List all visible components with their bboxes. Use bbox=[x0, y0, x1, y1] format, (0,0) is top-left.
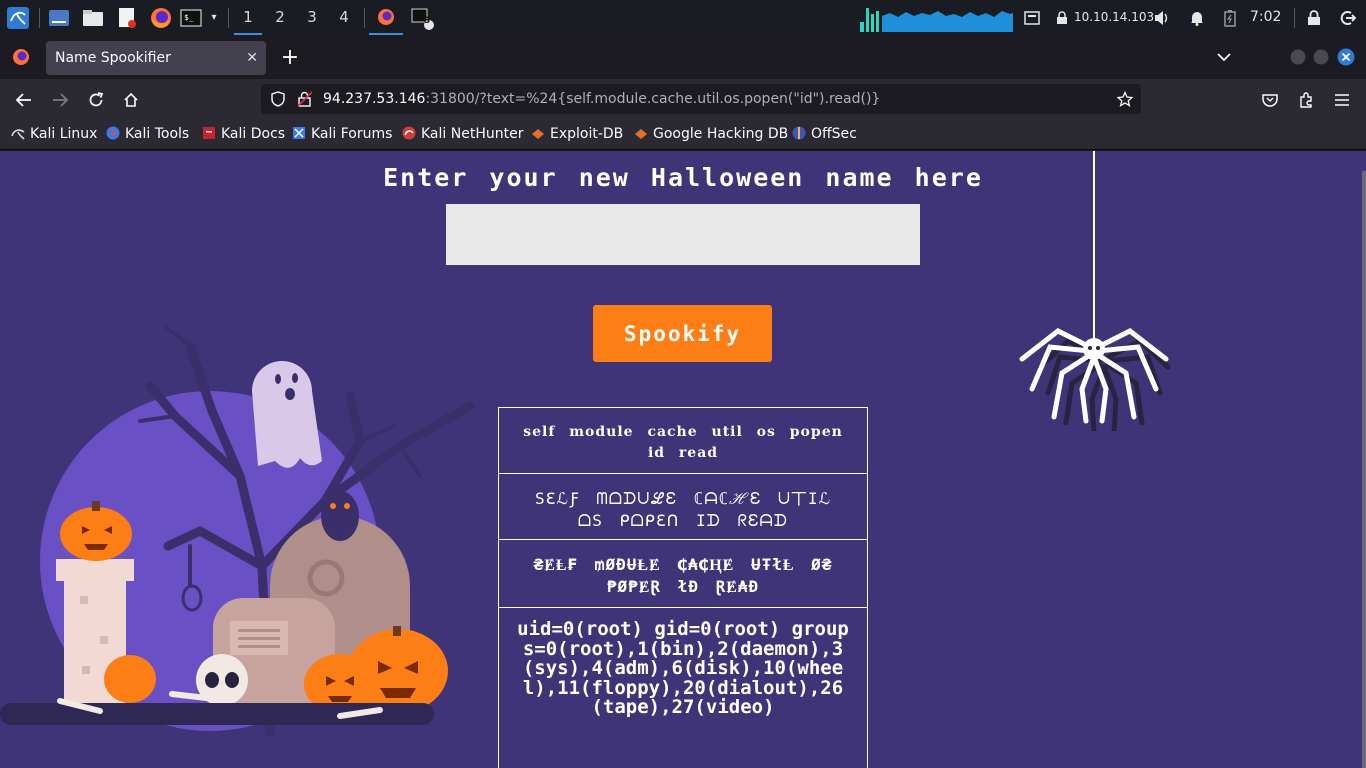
reload-icon[interactable] bbox=[79, 79, 113, 120]
workspace-4[interactable]: 4 bbox=[330, 0, 358, 35]
taskbar: $_ ▾ 1 2 3 4 3 10.10.14.103 7:02 bbox=[0, 0, 1366, 35]
terminal-count-badge: 3 bbox=[424, 16, 431, 26]
kali-forums-icon bbox=[292, 122, 306, 139]
navigation-toolbar: 94.237.53.146:31800/?text=%24{self.modul… bbox=[0, 79, 1366, 120]
page-scrollbar[interactable] bbox=[1362, 171, 1366, 768]
tab-title: Name Spookifier bbox=[55, 50, 171, 66]
logout-icon[interactable] bbox=[1336, 0, 1360, 35]
lock-screen-icon[interactable] bbox=[1303, 0, 1325, 35]
bookmark-label: Google Hacking DB bbox=[653, 126, 789, 142]
bookmark-kali-forums[interactable]: Kali Forums bbox=[292, 120, 392, 149]
notifications-bell-icon[interactable] bbox=[1186, 0, 1208, 35]
bookmark-label: OffSec bbox=[811, 126, 857, 142]
result-font-4: uid=0(root) gid=0(root) groups=0(root),1… bbox=[499, 608, 867, 768]
list-all-tabs-icon[interactable] bbox=[1212, 35, 1236, 79]
back-arrow-icon[interactable] bbox=[7, 79, 41, 120]
url-text[interactable]: 94.237.53.146:31800/?text=%24{self.modul… bbox=[323, 84, 880, 114]
maximize-window-icon[interactable] bbox=[1312, 35, 1330, 79]
volume-icon[interactable] bbox=[1151, 0, 1173, 35]
spookify-button[interactable]: Spookify bbox=[593, 305, 772, 362]
bookmark-label: Kali Forums bbox=[311, 126, 393, 142]
bookmark-google-hacking-db[interactable]: Google Hacking DB bbox=[634, 120, 788, 149]
clock[interactable]: 7:02 bbox=[1250, 0, 1281, 35]
new-tab-icon[interactable]: + bbox=[277, 35, 303, 79]
home-icon[interactable] bbox=[114, 79, 148, 120]
chevron-down-icon[interactable]: ▾ bbox=[205, 0, 223, 35]
page-viewport: Enter your new Halloween name here Spook… bbox=[0, 151, 1366, 768]
bookmark-label: Exploit-DB bbox=[550, 126, 624, 142]
firefox-launcher-icon[interactable] bbox=[147, 0, 175, 35]
workspace-3[interactable]: 3 bbox=[298, 0, 326, 35]
file-manager-icon[interactable] bbox=[80, 0, 106, 35]
clipboard-icon[interactable] bbox=[1020, 0, 1044, 35]
bookmark-kali-linux[interactable]: Kali Linux bbox=[11, 120, 97, 149]
address-bar[interactable]: 94.237.53.146:31800/?text=%24{self.modul… bbox=[261, 84, 1141, 114]
battery-icon[interactable] bbox=[1220, 0, 1240, 35]
result-font-3: ₴ɆⱠ₣ ₥ØĐɄⱠɆ ₵₳₵ⱧɆ ɄŦłⱠ Ø₴ ₱Ø₱ɆⱤ łĐ ⱤɆ₳Đ bbox=[499, 540, 867, 608]
close-window-icon[interactable] bbox=[1336, 35, 1356, 79]
bookmark-star-icon[interactable] bbox=[1116, 90, 1134, 111]
kali-icon bbox=[11, 122, 25, 140]
svg-text:$_: $_ bbox=[184, 13, 194, 22]
halloween-graveyard-illustration bbox=[0, 324, 475, 736]
hanging-spider-illustration bbox=[1019, 151, 1171, 431]
bookmark-kali-tools[interactable]: Kali Tools bbox=[106, 120, 189, 149]
hamburger-menu-icon[interactable] bbox=[1325, 79, 1359, 120]
bookmark-label: Kali NetHunter bbox=[421, 126, 524, 142]
kali-docs-icon bbox=[202, 122, 216, 139]
vpn-ip-address[interactable]: 10.10.14.103 bbox=[1074, 0, 1154, 35]
kali-tools-icon bbox=[106, 122, 120, 140]
offsec-icon bbox=[792, 122, 806, 140]
terminal-window-button[interactable]: 3 bbox=[407, 0, 437, 35]
close-tab-icon[interactable]: ✕ bbox=[246, 41, 258, 75]
pocket-icon[interactable] bbox=[1253, 79, 1287, 120]
bookmark-kali-nethunter[interactable]: Kali NetHunter bbox=[402, 120, 523, 149]
kali-menu-icon[interactable] bbox=[4, 0, 32, 35]
firefox-view-icon[interactable] bbox=[8, 35, 34, 79]
tab-bar: Name Spookifier ✕ + bbox=[0, 35, 1366, 79]
vpn-lock-icon[interactable] bbox=[1052, 0, 1072, 35]
bookmark-label: Kali Tools bbox=[125, 126, 190, 142]
terminal-launcher-icon[interactable]: $_ bbox=[179, 0, 203, 35]
bookmark-offsec[interactable]: OffSec bbox=[792, 120, 857, 149]
halloween-name-input[interactable] bbox=[446, 204, 920, 265]
site-info-shield-icon[interactable] bbox=[270, 91, 286, 111]
bookmarks-toolbar: Kali Linux Kali Tools Kali Docs Kali For… bbox=[0, 120, 1366, 150]
workspace-2[interactable]: 2 bbox=[266, 0, 294, 35]
bookmark-kali-docs[interactable]: Kali Docs bbox=[202, 120, 285, 149]
spookified-results-table: self module cache util os popen id read … bbox=[498, 407, 868, 768]
result-font-2: SℇℒƑ ᗰᗝᗪᑌℒℇ ℂᗩℂℋℇ ᑌ丅Iℒ ᗝS ᑭᗝᑭℇᑎ Iᗪ ᖇℇᗩᗪ bbox=[499, 474, 867, 540]
url-host: 94.237.53.146 bbox=[323, 91, 426, 107]
bookmark-label: Kali Docs bbox=[221, 126, 286, 142]
extensions-icon[interactable] bbox=[1289, 79, 1323, 120]
firefox-window-button[interactable] bbox=[369, 0, 403, 35]
result-font-1: self module cache util os popen id read bbox=[499, 408, 867, 474]
bookmark-label: Kali Linux bbox=[30, 126, 98, 142]
insecure-connection-lock-icon[interactable] bbox=[297, 91, 313, 111]
ghdb-icon bbox=[634, 122, 648, 139]
forward-arrow-icon[interactable] bbox=[43, 79, 77, 120]
show-desktop-icon[interactable] bbox=[46, 0, 72, 35]
bookmark-exploit-db[interactable]: Exploit-DB bbox=[531, 120, 623, 149]
nethunter-icon bbox=[402, 122, 416, 140]
text-editor-icon[interactable] bbox=[114, 0, 140, 35]
workspace-1[interactable]: 1 bbox=[234, 0, 262, 35]
url-path: :31800/?text=%24{self.module.cache.util.… bbox=[425, 91, 881, 107]
tab-name-spookifier[interactable]: Name Spookifier ✕ bbox=[46, 41, 266, 75]
minimize-window-icon[interactable] bbox=[1289, 35, 1307, 79]
exploit-db-icon bbox=[531, 122, 545, 139]
network-monitor-graph bbox=[860, 4, 1013, 32]
